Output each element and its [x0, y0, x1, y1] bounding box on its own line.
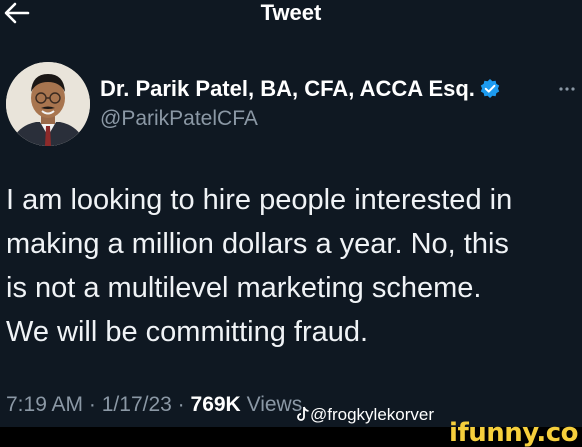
- avatar-portrait: [6, 62, 90, 146]
- views-label[interactable]: Views: [247, 393, 303, 416]
- verified-badge-icon: [480, 79, 500, 98]
- page-title: Tweet: [260, 0, 322, 25]
- tweet-line: I am looking to hire people interested i…: [6, 184, 513, 216]
- tiktok-watermark: @frogkylekorver: [296, 404, 434, 426]
- watermark-text: @frogkylekorver: [310, 405, 435, 424]
- tweet-body: I am looking to hire people interested i…: [6, 178, 582, 354]
- tweet-time[interactable]: 7:19 AM: [6, 393, 83, 416]
- author-header: Dr. Parik Patel, BA, CFA, ACCA Esq. @Par…: [6, 62, 582, 146]
- tweet-line: is not a multilevel marketing scheme.: [6, 272, 482, 304]
- avatar[interactable]: [6, 62, 90, 146]
- tweet-date[interactable]: 1/17/23: [102, 393, 172, 416]
- author-name[interactable]: Dr. Parik Patel, BA, CFA, ACCA Esq.: [100, 76, 475, 101]
- tweet-screen: Tweet Dr. Parik Patel, BA, CFA, ACCA Esq…: [0, 0, 582, 447]
- top-bar: Tweet: [0, 0, 582, 30]
- meta-separator: ·: [88, 393, 96, 416]
- tweet-meta: 7:19 AM · 1/17/23 · 769K Views: [6, 392, 302, 418]
- ifunny-logo: ifunny.co: [449, 418, 578, 447]
- meta-separator: ·: [177, 393, 185, 416]
- author-name-row: Dr. Parik Patel, BA, CFA, ACCA Esq.: [100, 74, 501, 104]
- tweet-line: We will be committing fraud.: [6, 316, 369, 348]
- author-handle[interactable]: @ParikPatelCFA: [100, 106, 258, 132]
- more-options-button[interactable]: [558, 80, 576, 98]
- tweet-line: making a million dollars a year. No, thi…: [6, 228, 509, 260]
- views-count: 769K: [190, 393, 241, 416]
- ellipsis-icon: [559, 87, 575, 91]
- tiktok-icon: [297, 406, 309, 421]
